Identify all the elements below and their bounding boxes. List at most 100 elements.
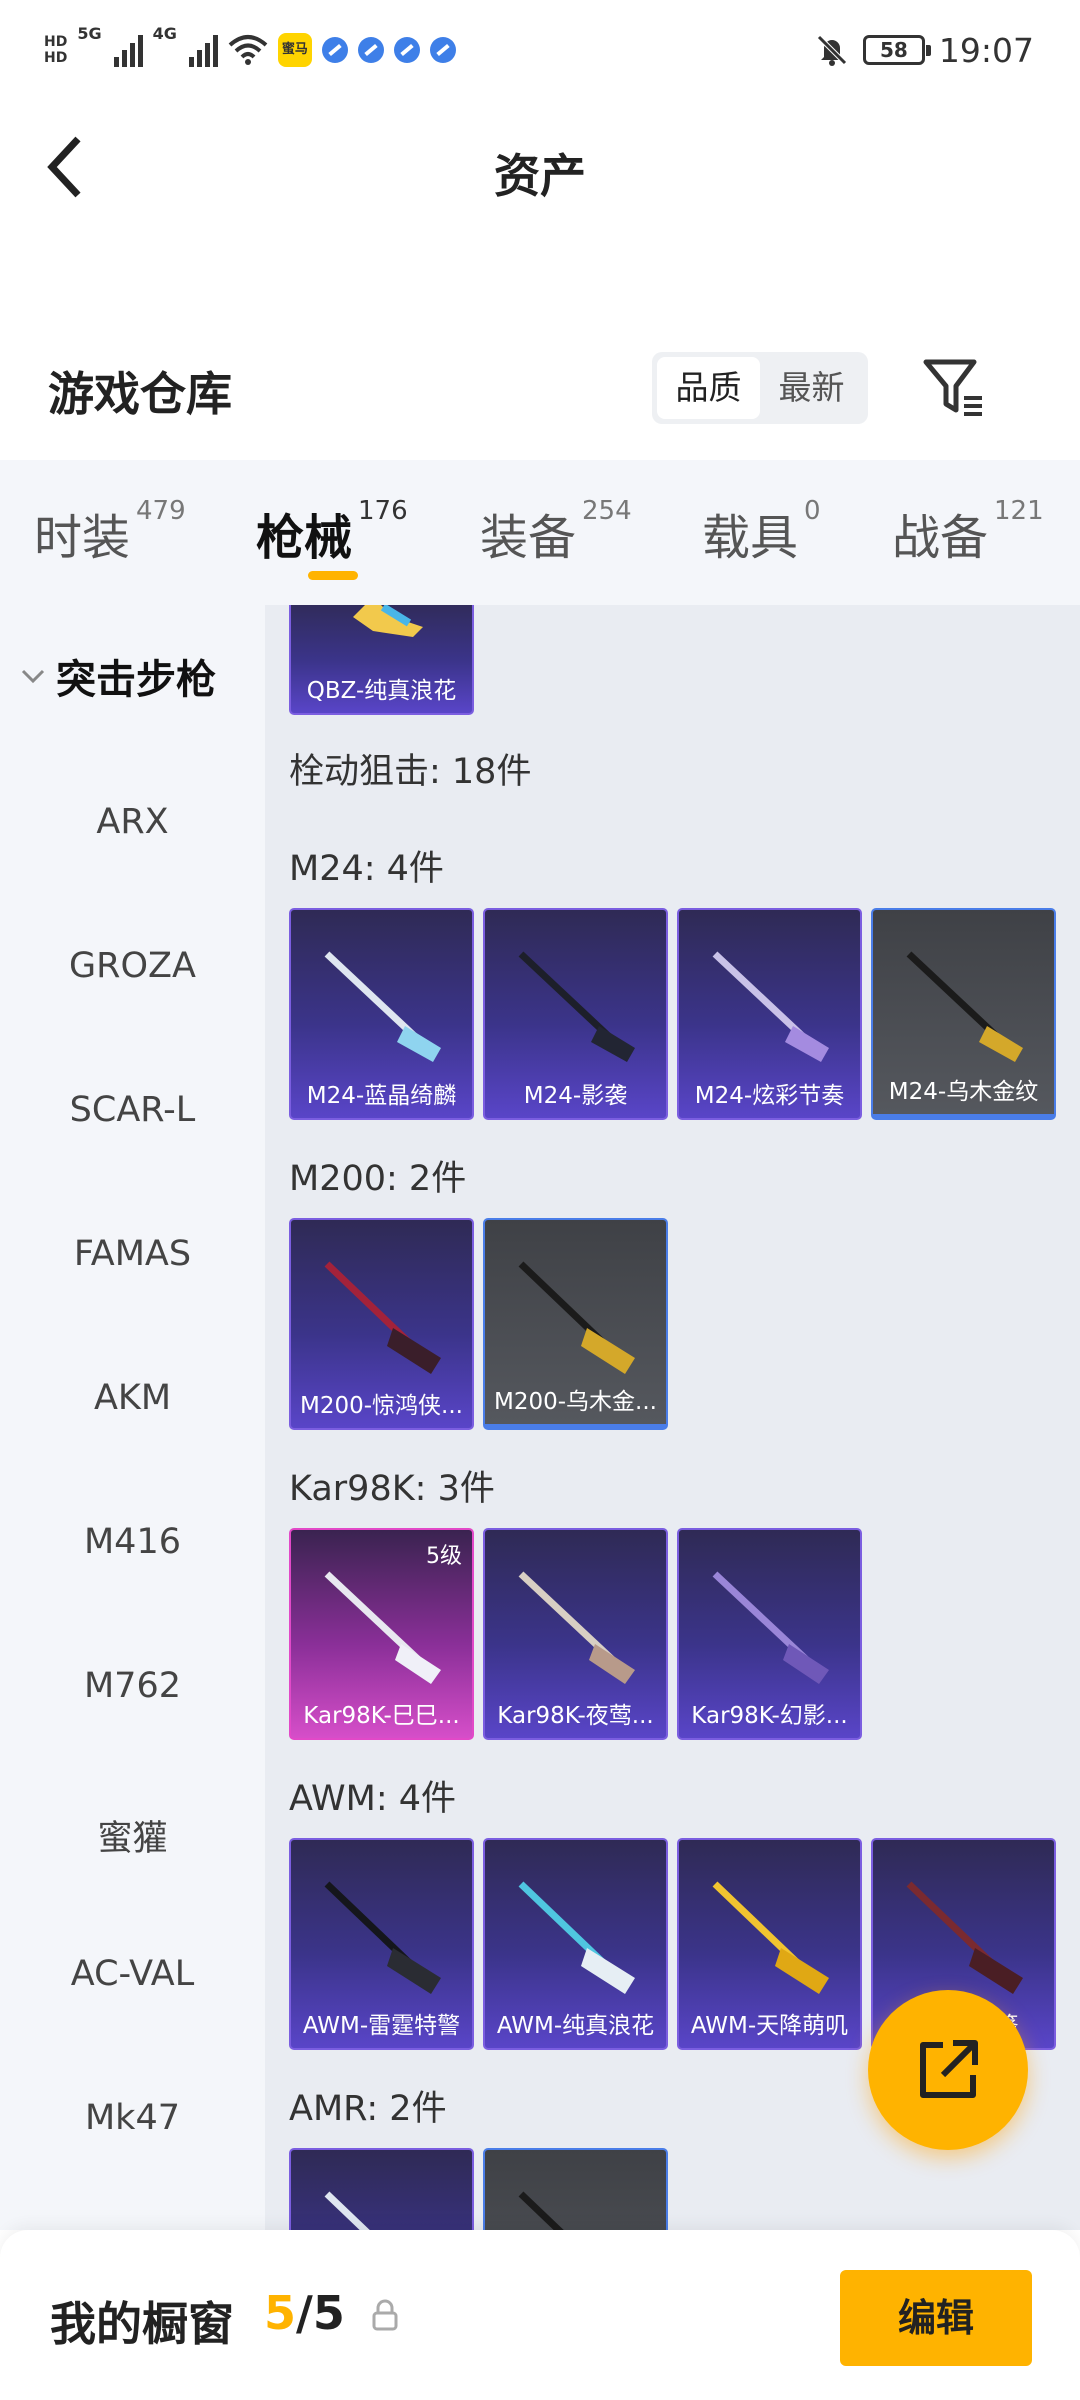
showcase-label: 我的橱窗 xyxy=(50,2297,234,2351)
network-5g-label: 5G xyxy=(77,24,102,43)
item-card-name: AWM-雷霆特警 xyxy=(302,2013,461,2039)
hd-bottom-label: HD xyxy=(44,50,68,66)
item-card[interactable]: 5级 Kar98K-巳巳... xyxy=(289,1528,474,1740)
sidebar-item-groza[interactable]: GROZA xyxy=(0,946,265,986)
edit-button[interactable]: 编辑 xyxy=(840,2270,1032,2366)
showcase-count: 5/5 xyxy=(264,2286,345,2340)
sort-newest-button[interactable]: 最新 xyxy=(760,357,863,419)
weapon-skin-image xyxy=(518,1571,635,1684)
status-bar: HD HD 5G 4G 蜜马 58 19:07 xyxy=(0,0,1080,100)
section-title: M24: 4件 xyxy=(289,849,444,889)
tab-count: 121 xyxy=(994,496,1044,526)
app-header: 资产 xyxy=(0,100,1080,240)
app-notification-icon: 蜜马 xyxy=(277,33,312,67)
app-notification-dot-icon xyxy=(429,37,456,63)
weapon-skin-image xyxy=(353,605,423,637)
tab-label: 时装 xyxy=(34,510,131,566)
item-card-name: Kar98K-夜莺... xyxy=(497,1703,654,1729)
page-title: 资产 xyxy=(494,149,586,203)
item-card-name: M200-惊鸿侠... xyxy=(300,1393,463,1419)
sidebar-item-arx[interactable]: ARX xyxy=(0,802,265,842)
item-grid: QBZ-纯真浪花 栓动狙击: 18件 M24: 4件 M24-蓝晶绮麟 M24-… xyxy=(265,605,1080,2230)
lock-icon xyxy=(372,2299,398,2331)
filter-button[interactable] xyxy=(920,352,990,424)
item-card[interactable]: M24-蓝晶绮麟 xyxy=(289,908,474,1120)
item-card[interactable]: AWM-雷霆特警 xyxy=(289,1838,474,2050)
tab-supplies[interactable]: 战备 121 xyxy=(892,496,1044,568)
battery-icon: 58 xyxy=(862,35,931,65)
bell-off-icon xyxy=(817,35,847,66)
item-level-badge: 5级 xyxy=(426,1544,462,1569)
sidebar-category-label: 突击步枪 xyxy=(56,657,216,703)
app-notification-dot-icon xyxy=(321,37,348,63)
section-title: M200: 2件 xyxy=(289,1159,467,1199)
chevron-down-icon xyxy=(21,669,45,684)
item-card-name: M24-影袭 xyxy=(523,1083,628,1109)
hd-indicator: HD HD xyxy=(44,34,67,66)
tab-label: 载具 xyxy=(702,510,799,566)
category-tabs: 时装 479 枪械 176 装备 254 载具 0 战备 121 xyxy=(0,460,1080,605)
item-card[interactable]: M200-惊鸿侠... xyxy=(289,1218,474,1430)
weapon-skin-image xyxy=(518,951,635,1062)
item-card-name: M200-乌木金... xyxy=(494,1389,657,1415)
sidebar-item-scar-l[interactable]: SCAR-L xyxy=(0,1090,265,1130)
sidebar-item-m416[interactable]: M416 xyxy=(0,1522,265,1562)
tab-firearms[interactable]: 枪械 176 xyxy=(256,496,408,568)
signal-icon xyxy=(113,33,143,67)
item-card-name: M24-乌木金纹 xyxy=(888,1079,1039,1105)
tab-count: 254 xyxy=(582,496,632,526)
item-card-name: M24-炫彩节奏 xyxy=(694,1083,845,1109)
app-notification-dot-icon xyxy=(393,37,420,63)
item-card-name: AWM-天降萌叽 xyxy=(690,2013,849,2039)
sidebar-item-ac-val[interactable]: AC-VAL xyxy=(0,1954,265,1994)
sidebar-item-famas[interactable]: FAMAS xyxy=(0,1234,265,1274)
item-card[interactable]: AWM-纯真浪花 xyxy=(483,1838,668,2050)
item-card[interactable]: Kar98K-幻影... xyxy=(677,1528,862,1740)
weapon-skin-image xyxy=(712,1571,829,1684)
weapon-skin-image xyxy=(906,1881,1023,1994)
section-title: AWM: 4件 xyxy=(289,1779,457,1819)
item-card-name: M24-蓝晶绮麟 xyxy=(306,1083,457,1109)
sidebar-category-assault-rifle[interactable]: 突击步枪 xyxy=(20,647,216,705)
tab-label: 枪械 xyxy=(256,510,353,566)
sidebar-item-mk47[interactable]: Mk47 xyxy=(0,2098,265,2138)
item-card[interactable]: M200-乌木金... xyxy=(483,1218,668,1430)
tab-fashion[interactable]: 时装 479 xyxy=(34,496,186,568)
warehouse-bar: 游戏仓库 品质 最新 xyxy=(0,330,1080,460)
item-card[interactable]: QBZ-纯真浪花 xyxy=(289,605,474,715)
showcase-separator: / xyxy=(296,2286,313,2340)
item-card-name: Kar98K-巳巳... xyxy=(303,1703,460,1729)
item-card[interactable]: M24-影袭 xyxy=(483,908,668,1120)
sidebar-item-m762[interactable]: M762 xyxy=(0,1666,265,1706)
status-left: HD HD 5G 4G 蜜马 xyxy=(44,24,456,76)
clock: 19:07 xyxy=(938,30,1034,70)
weapon-skin-image xyxy=(712,951,829,1062)
item-card[interactable] xyxy=(483,2148,668,2230)
tab-vehicles[interactable]: 载具 0 xyxy=(702,496,821,568)
warehouse-title: 游戏仓库 xyxy=(48,367,232,421)
tab-label: 战备 xyxy=(892,510,989,566)
weapon-skin-image xyxy=(518,2191,564,2230)
item-card[interactable]: Kar98K-夜莺... xyxy=(483,1528,668,1740)
sidebar-item-akm[interactable]: AKM xyxy=(0,1378,265,1418)
weapon-skin-image xyxy=(324,2191,370,2230)
weapon-skin-image xyxy=(324,1261,441,1374)
showcase-current: 5 xyxy=(264,2286,297,2340)
weapon-skin-image xyxy=(518,1881,635,1994)
item-card-name: AWM-纯真浪花 xyxy=(496,2013,655,2039)
sidebar-item-honey-badger[interactable]: 蜜獾 xyxy=(0,1810,265,1861)
item-card[interactable]: M24-炫彩节奏 xyxy=(677,908,862,1120)
group-title: 栓动狙击: 18件 xyxy=(289,752,532,792)
item-card[interactable] xyxy=(289,2148,474,2230)
status-right: 58 19:07 xyxy=(815,24,1034,76)
weapon-skin-image xyxy=(324,1881,441,1994)
share-button[interactable] xyxy=(868,1990,1028,2150)
item-card[interactable]: AWM-天降萌叽 xyxy=(677,1838,862,2050)
item-card-name: QBZ-纯真浪花 xyxy=(306,678,457,704)
hd-top-label: HD xyxy=(44,34,68,50)
section-title: AMR: 2件 xyxy=(289,2089,447,2129)
item-card[interactable]: M24-乌木金纹 xyxy=(871,908,1056,1120)
sort-quality-button[interactable]: 品质 xyxy=(657,357,760,419)
tab-label: 装备 xyxy=(480,510,577,566)
tab-equipment[interactable]: 装备 254 xyxy=(480,496,632,568)
